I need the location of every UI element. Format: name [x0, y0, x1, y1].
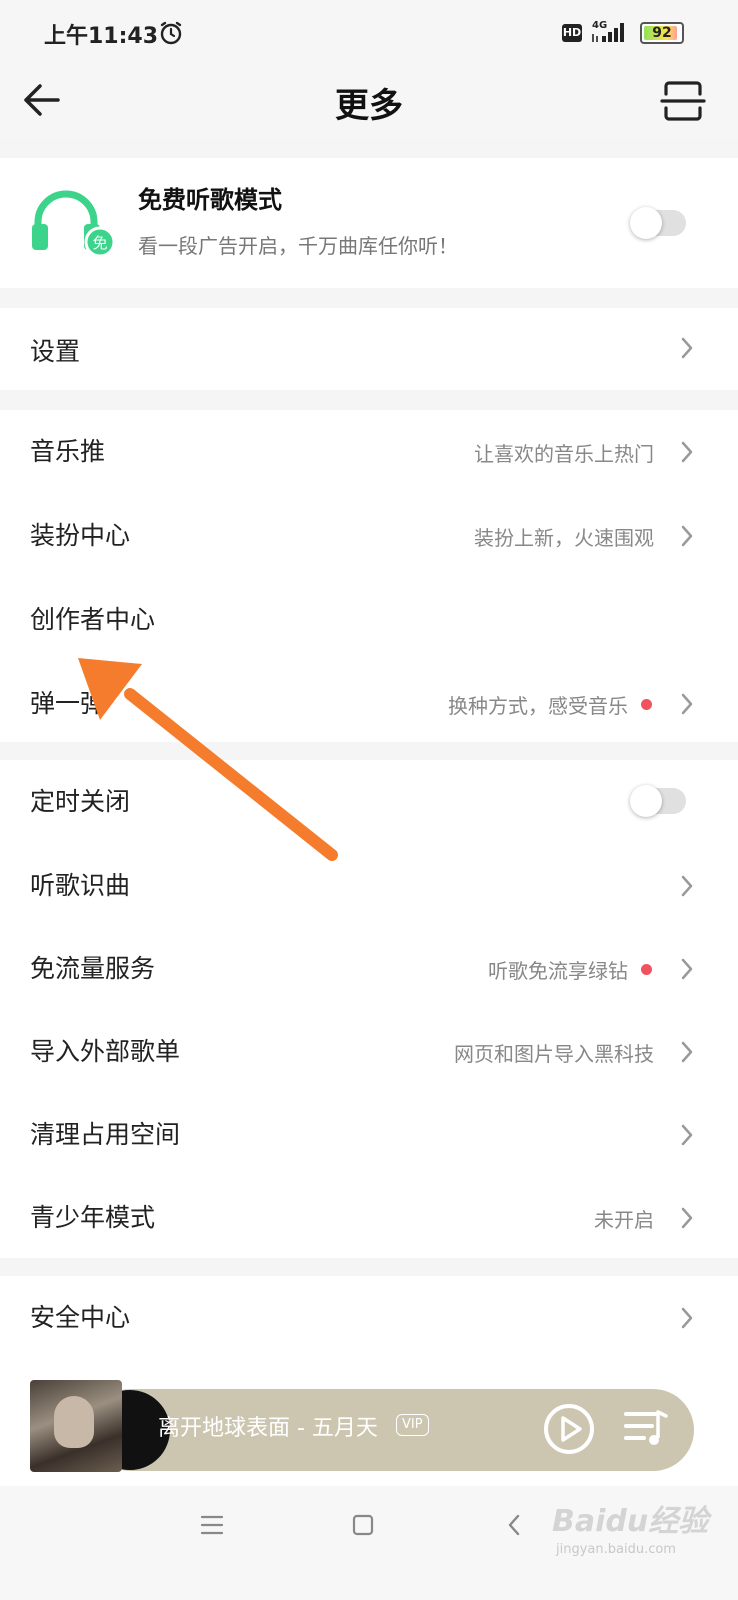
battery-level: 92: [652, 25, 672, 41]
row-hint: 装扮上新，火速围观: [474, 526, 654, 550]
settings-row[interactable]: 设置: [0, 308, 738, 390]
scan-icon[interactable]: [660, 78, 706, 128]
row-label: 装扮中心: [30, 521, 131, 550]
free-mode-subtitle: 看一段广告开启，千万曲库任你听！: [138, 234, 458, 258]
list-item-import-playlist[interactable]: 导入外部歌单 网页和图片导入黑科技: [0, 1010, 738, 1093]
row-label: 安全中心: [30, 1303, 131, 1332]
menu-icon[interactable]: [200, 1514, 224, 1540]
watermark-logo: Baidu经验: [552, 1504, 709, 1539]
status-bar: 上午11:43 HD 4G 92: [0, 0, 738, 66]
settings-label: 设置: [30, 337, 81, 366]
notification-dot: [641, 699, 652, 710]
signal-icon: 4G: [590, 18, 632, 50]
row-label: 听歌识曲: [30, 871, 131, 900]
row-label: 创作者中心: [30, 605, 156, 634]
chevron-right-icon: [680, 1306, 694, 1334]
row-label: 青少年模式: [30, 1203, 156, 1232]
list-item-free-data[interactable]: 免流量服务 听歌免流享绿钻: [0, 927, 738, 1010]
system-nav-bar: Baidu经验 jingyan.baidu.com: [0, 1486, 738, 1600]
album-cover[interactable]: [30, 1380, 122, 1472]
cover-art: [54, 1396, 94, 1448]
playlist-icon[interactable]: [624, 1408, 668, 1452]
watermark-url: jingyan.baidu.com: [556, 1542, 676, 1557]
vip-badge: VIP: [396, 1414, 429, 1436]
status-time: 上午11:43: [44, 24, 159, 49]
row-hint: 听歌免流享绿钻: [488, 959, 628, 983]
row-hint: 网页和图片导入黑科技: [454, 1042, 654, 1066]
annotation-arrow: [78, 658, 338, 861]
hd-badge: HD: [562, 24, 582, 42]
list-item-teen-mode[interactable]: 青少年模式 未开启: [0, 1176, 738, 1258]
chevron-right-icon: [680, 524, 694, 552]
free-mode-toggle[interactable]: [630, 207, 686, 239]
mini-player[interactable]: 离开地球表面 - 五月天 VIP: [30, 1380, 694, 1472]
row-label: 清理占用空间: [30, 1120, 181, 1149]
row-label: 音乐推: [30, 437, 106, 466]
free-badge: 免: [92, 234, 107, 252]
chevron-right-icon: [680, 1123, 694, 1151]
chevron-right-icon: [680, 1040, 694, 1068]
play-button-icon[interactable]: [542, 1402, 596, 1460]
chevron-right-icon: [680, 692, 694, 720]
toggle-knob: [630, 207, 662, 239]
page-title: 更多: [335, 86, 403, 126]
chevron-right-icon: [680, 336, 694, 364]
nav-back-icon[interactable]: [506, 1512, 522, 1542]
settings-card: 设置: [0, 308, 738, 390]
notification-dot: [641, 964, 652, 975]
row-label: 导入外部歌单: [30, 1037, 181, 1066]
row-hint: 让喜欢的音乐上热门: [474, 442, 654, 466]
list-item-music-push[interactable]: 音乐推 让喜欢的音乐上热门: [0, 410, 738, 494]
toggle-knob: [630, 785, 662, 817]
list-item-dressup-center[interactable]: 装扮中心 装扮上新，火速围观: [0, 494, 738, 578]
home-icon[interactable]: [352, 1514, 374, 1540]
chevron-right-icon: [680, 440, 694, 468]
headphone-icon: 免: [28, 186, 118, 266]
free-mode-title: 免费听歌模式: [138, 186, 282, 214]
timer-toggle[interactable]: [630, 785, 686, 817]
network-label: 4G: [592, 20, 607, 31]
app-header: 更多: [0, 66, 738, 138]
battery-icon: 92: [640, 22, 684, 44]
chevron-right-icon: [680, 1206, 694, 1234]
row-hint: 换种方式，感受音乐: [448, 694, 628, 718]
chevron-right-icon: [680, 957, 694, 985]
list-item-security-center[interactable]: 安全中心: [0, 1276, 738, 1362]
row-label: 免流量服务: [30, 954, 156, 983]
alarm-icon: [158, 20, 184, 50]
list-item-clean-storage[interactable]: 清理占用空间: [0, 1093, 738, 1176]
track-title: 离开地球表面 - 五月天: [158, 1416, 378, 1441]
row-hint: 未开启: [594, 1208, 654, 1232]
chevron-right-icon: [680, 874, 694, 902]
